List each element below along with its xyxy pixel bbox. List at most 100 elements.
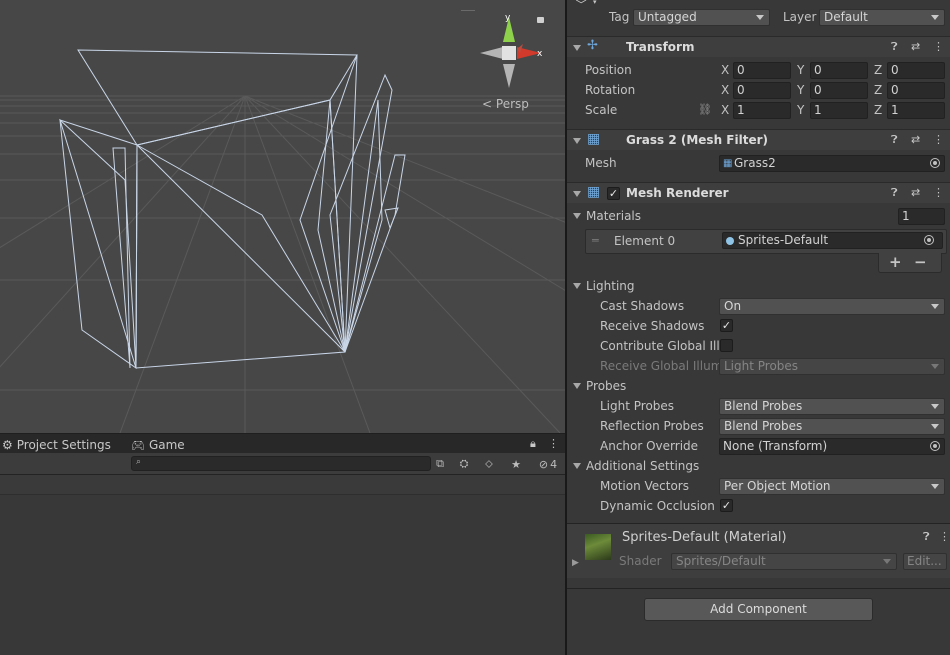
label-icon[interactable]: ⬦ (479, 456, 499, 472)
position-label: Position (585, 63, 632, 77)
mesh-filter-header[interactable]: ▦ Grass 2 (Mesh Filter) ❓︎ ⇄ ⋮ (567, 129, 950, 150)
material-object-field[interactable]: Sprites-Default (722, 232, 943, 249)
search-input[interactable]: ⌕ (131, 456, 431, 471)
material-section: ▶ Sprites-Default (Material) ❓︎ ⋮ Shader… (567, 524, 950, 578)
scale-z-field[interactable]: 1 (887, 102, 945, 119)
presets-icon[interactable]: ⇄ (911, 133, 920, 146)
kebab-menu-icon[interactable]: ⋮ (933, 186, 944, 199)
project-toolbar: ⌕ ⧉ ⛭ ⬦ ★ ⊘ 4 (0, 453, 565, 475)
inspector-panel: ⬡ ▾ Tag Untagged Layer Default ✢ Transfo… (567, 0, 950, 655)
projection-toggle[interactable]: < Persp (482, 97, 529, 111)
drag-handle-icon[interactable]: ═ (592, 234, 599, 247)
mesh-renderer-icon: ▦ (587, 184, 601, 200)
materials-list: ═ Element 0 Sprites-Default (585, 229, 947, 254)
add-component-button[interactable]: Add Component (644, 598, 873, 621)
material-icon (726, 237, 734, 245)
tag-dropdown[interactable]: Untagged (633, 9, 770, 26)
tab-label: Game (148, 438, 185, 452)
motion-vectors-dropdown[interactable]: Per Object Motion (719, 478, 945, 495)
chevron-down-icon (931, 484, 939, 489)
presets-icon[interactable]: ⇄ (911, 186, 920, 199)
help-icon[interactable]: ❓︎ (891, 186, 898, 200)
kebab-menu-icon[interactable]: ⋮ (933, 40, 944, 53)
edit-shader-button[interactable]: Edit... (903, 553, 947, 570)
foldout-arrow-icon[interactable] (573, 283, 581, 289)
foldout-arrow-icon[interactable]: ▶ (572, 558, 579, 568)
foldout-arrow-icon[interactable] (573, 45, 581, 51)
chevron-left-icon: < (482, 97, 493, 111)
shader-value: Sprites/Default (676, 554, 766, 568)
scroll-indicator (461, 10, 475, 11)
materials-count-field[interactable]: 1 (898, 208, 945, 225)
constrain-proportions-icon[interactable]: ⛓︎ (698, 103, 712, 116)
anchor-override-field[interactable]: None (Transform) (719, 438, 945, 455)
rotation-y-field[interactable]: 0 (810, 82, 868, 99)
search-icon: ⌕ (136, 457, 142, 467)
transform-icon: ✢ (587, 38, 598, 53)
lock-icon[interactable]: 🔒︎ (530, 437, 536, 451)
receive-shadows-checkbox[interactable]: ✓ (720, 319, 733, 332)
kebab-menu-icon[interactable]: ⋮ (939, 530, 950, 543)
cast-shadows-dropdown[interactable]: On (719, 298, 945, 315)
layer-dropdown[interactable]: Default (819, 9, 945, 26)
position-z-field[interactable]: 0 (887, 62, 945, 79)
cube-icon: ⬡ (575, 0, 587, 6)
search-window-icon[interactable]: ⧉ (430, 456, 450, 472)
object-picker-icon[interactable] (924, 235, 934, 245)
lock-icon[interactable] (537, 17, 544, 23)
foldout-arrow-icon[interactable] (573, 191, 581, 197)
chevron-down-icon (883, 559, 891, 564)
hidden-packages-toggle[interactable]: ⊘ 4 (533, 456, 563, 472)
mesh-renderer-header[interactable]: ▦ ✓ Mesh Renderer ❓︎ ⇄ ⋮ (567, 182, 950, 203)
orientation-gizmo: y x (480, 13, 543, 88)
help-icon[interactable]: ❓︎ (891, 133, 898, 147)
favorite-star-icon[interactable]: ★ (506, 456, 526, 472)
position-x-field[interactable]: 0 (733, 62, 791, 79)
kebab-menu-icon[interactable]: ⋮ (933, 133, 944, 146)
chevron-down-icon (756, 15, 764, 20)
presets-icon[interactable]: ⇄ (911, 40, 920, 53)
chevron-down-icon (931, 404, 939, 409)
foldout-arrow-icon[interactable] (573, 213, 581, 219)
tab-game[interactable]: 🎮︎ Game (131, 436, 185, 454)
position-y-field[interactable]: 0 (810, 62, 868, 79)
chevron-down-icon (931, 424, 939, 429)
help-icon[interactable]: ❓︎ (891, 40, 898, 54)
help-icon[interactable]: ❓︎ (923, 530, 930, 544)
mesh-object-field[interactable]: ▦ Grass2 (719, 155, 945, 172)
foldout-arrow-icon[interactable] (573, 138, 581, 144)
transform-header[interactable]: ✢ Transform ❓︎ ⇄ ⋮ (567, 36, 950, 57)
chevron-down-icon (931, 15, 939, 20)
rotation-x-field[interactable]: 0 (733, 82, 791, 99)
filter-type-icon[interactable]: ⛭ (454, 456, 474, 472)
axis-z-label: Z (874, 83, 883, 97)
scale-y-field[interactable]: 1 (810, 102, 868, 119)
enabled-checkbox[interactable]: ✓ (607, 187, 620, 200)
scene-view[interactable]: y x < Persp (0, 0, 565, 433)
reflection-probes-value: Blend Probes (724, 419, 803, 433)
chevron-down-icon[interactable]: ▾ (593, 0, 597, 6)
kebab-menu-icon[interactable]: ⋮ (548, 437, 559, 450)
rotation-z-field[interactable]: 0 (887, 82, 945, 99)
dynamic-occlusion-checkbox[interactable]: ✓ (720, 499, 733, 512)
chevron-down-icon (931, 364, 939, 369)
light-probes-dropdown[interactable]: Blend Probes (719, 398, 945, 415)
tab-project-settings[interactable]: ⚙ Project Settings (2, 436, 111, 454)
foldout-arrow-icon[interactable] (573, 383, 581, 389)
tab-label: Project Settings (16, 438, 111, 452)
object-picker-icon[interactable] (930, 441, 940, 451)
reflection-probes-dropdown[interactable]: Blend Probes (719, 418, 945, 435)
bottom-panel: ⚙ Project Settings 🎮︎ Game 🔒︎ ⋮ ⌕ ⧉ ⛭ ⬦ … (0, 433, 565, 655)
cast-shadows-value: On (724, 299, 742, 313)
list-buttons: + − (878, 253, 942, 273)
shader-dropdown[interactable]: Sprites/Default (671, 553, 897, 570)
scale-x-field[interactable]: 1 (733, 102, 791, 119)
axis-z-label: Z (874, 103, 883, 117)
remove-element-button[interactable]: − (914, 253, 927, 271)
anchor-override-value: None (Transform) (723, 439, 828, 453)
object-picker-icon[interactable] (930, 158, 940, 168)
foldout-arrow-icon[interactable] (573, 463, 581, 469)
contribute-gi-checkbox[interactable] (720, 339, 733, 352)
gamepad-icon: 🎮︎ (131, 438, 145, 452)
add-element-button[interactable]: + (889, 253, 902, 271)
